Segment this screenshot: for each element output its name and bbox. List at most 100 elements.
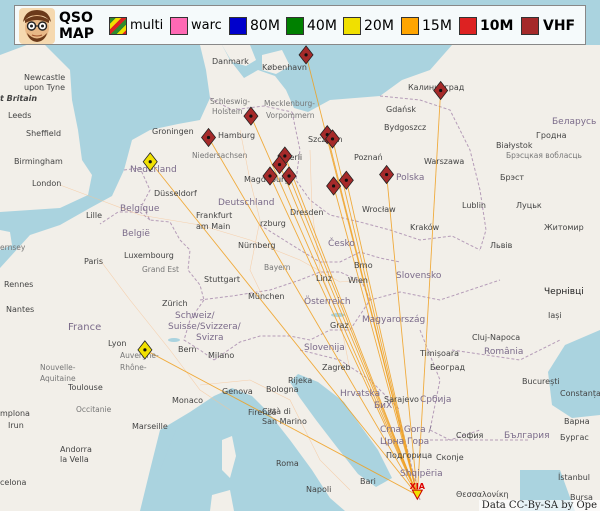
legend-swatch-80m: [229, 17, 247, 35]
label-cluj: Cluj-Napoca: [472, 333, 520, 342]
label-sofia: София: [456, 431, 484, 440]
legend-label-10m: 10M: [480, 18, 514, 34]
label-lublin: Lublin: [462, 201, 486, 210]
label-sanmarino-2: San Marino: [262, 417, 307, 426]
label-zhytomyr: Житомир: [544, 223, 584, 232]
label-belgique: Belgique: [120, 204, 160, 214]
label-dusseldorf: Düsseldorf: [154, 189, 197, 198]
label-paris: Paris: [84, 257, 103, 266]
label-schleswig: Schleswig-: [210, 97, 250, 106]
label-iasi: Iași: [548, 311, 562, 321]
legend-label-15m: 15M: [422, 18, 452, 34]
label-genova: Genova: [222, 387, 253, 396]
label-suisse: Suisse/Svizzera/: [168, 322, 242, 332]
label-poznan: Poznań: [354, 153, 383, 162]
label-monaco: Monaco: [172, 396, 203, 405]
label-rijeka: Rijeka: [288, 376, 312, 385]
label-barcelona: celona: [0, 478, 27, 487]
label-luxembourg: Luxembourg: [124, 251, 174, 260]
label-romania: România: [484, 347, 523, 357]
legend-label-40m: 40M: [307, 18, 337, 34]
label-brest-region: Брэсцкая вобласць: [506, 151, 582, 160]
label-srbija: Србија: [420, 395, 451, 405]
label-magyarorszag: Magyarország: [362, 315, 425, 325]
label-zurich: Zürich: [162, 299, 188, 308]
label-newcastle: Newcastle: [24, 73, 65, 82]
legend-title: QSO MAP: [59, 10, 94, 42]
label-wurzburg: rzburg: [260, 219, 286, 228]
label-holstein: Holstein: [212, 107, 243, 116]
legend-label-80m: 80M: [250, 18, 280, 34]
label-birmingham: Birmingham: [14, 157, 63, 166]
label-britain: t Britain: [0, 94, 37, 103]
label-roma: Roma: [276, 459, 299, 468]
label-slovensko: Slovensko: [396, 271, 442, 281]
label-varna: Варна: [564, 417, 590, 426]
label-andorra: Andorra: [60, 445, 92, 454]
label-bulgaria: България: [504, 431, 550, 441]
label-london: London: [32, 179, 61, 188]
label-osterreich: Österreich: [304, 296, 351, 307]
legend-label-20m: 20M: [364, 18, 394, 34]
label-lviv: Львів: [490, 241, 513, 250]
label-irun: Irun: [8, 421, 24, 430]
label-wien: Wien: [348, 276, 368, 285]
map[interactable]: Newcastle upon Tyne t Britain Leeds Shef…: [0, 0, 600, 511]
legend-swatch-15m: [401, 17, 419, 35]
label-crna-gora: Crna Gora /: [380, 425, 432, 435]
label-mecklenburg: Mecklenburg-: [264, 99, 315, 108]
label-podgorica: Подгорица: [386, 451, 432, 460]
label-occitanie: Occitanie: [76, 405, 112, 414]
label-rennes: Rennes: [4, 280, 33, 289]
label-andorra-2: la Vella: [60, 455, 89, 464]
map-attribution[interactable]: Data CC-By-SA by Ope: [478, 500, 600, 511]
legend-label-warc: warc: [191, 18, 222, 33]
legend-swatch-20m: [343, 17, 361, 35]
legend: QSO MAP multi warc 80M 40M 20M 15M 10M V…: [14, 5, 586, 45]
label-dresden: Dresden: [290, 208, 323, 217]
label-svizra: Svizra: [196, 333, 223, 343]
label-grodno: Гродна: [536, 131, 567, 140]
label-constanta: Constanța: [560, 389, 600, 399]
label-zagreb: Zagreb: [322, 363, 351, 372]
legend-swatch-vhf: [521, 17, 539, 35]
label-newcastle-2: upon Tyne: [24, 83, 65, 92]
label-belgie: België: [122, 229, 150, 239]
label-milano: Milano: [208, 351, 234, 360]
label-bologna: Bologna: [266, 385, 299, 394]
label-linz: Linz: [316, 274, 332, 283]
label-pamplona: mplona: [0, 409, 30, 418]
label-aquitaine: Aquitaine: [40, 374, 76, 383]
label-vorpommern: Vorpommern: [266, 111, 315, 120]
label-beograd: Београд: [430, 363, 465, 372]
label-thessaloniki: Θεσσαλονίκη: [456, 490, 509, 499]
home-label: XIA: [410, 482, 426, 491]
label-munchen: München: [248, 292, 285, 301]
label-stuttgart: Stuttgart: [204, 275, 240, 284]
label-belarus: Беларусь: [552, 117, 596, 127]
label-skopje: Скопје: [436, 453, 464, 462]
label-nantes: Nantes: [6, 305, 34, 314]
label-sheffield: Sheffield: [26, 129, 61, 138]
label-crna-gora-2: Црна Гора: [380, 437, 429, 447]
label-bari: Bari: [360, 477, 376, 486]
label-bialystok: Białystok: [496, 141, 533, 150]
label-toulouse: Toulouse: [67, 383, 103, 392]
label-cesko: Česko: [328, 237, 355, 249]
label-groningen: Groningen: [152, 127, 194, 136]
label-shqiperia: Shqipëria: [400, 469, 443, 479]
label-warszawa: Warszawa: [424, 157, 464, 166]
label-lille: Lille: [86, 211, 102, 220]
label-lutsk: Луцьк: [516, 201, 542, 210]
label-grand-est: Grand Est: [142, 265, 179, 274]
label-burgas: Бургас: [560, 433, 589, 442]
label-polska: Polska: [396, 173, 424, 183]
label-sanmarino: Città di: [262, 407, 291, 416]
label-marseille: Marseille: [132, 422, 168, 431]
label-hamburg: Hamburg: [218, 131, 255, 140]
label-frankfurt-2: am Main: [196, 222, 230, 231]
label-nouvelle: Nouvelle-: [40, 363, 76, 372]
label-nurnberg: Nürnberg: [238, 241, 276, 250]
label-wroclaw: Wrocław: [362, 205, 396, 214]
label-slovenija: Slovenija: [304, 343, 345, 353]
